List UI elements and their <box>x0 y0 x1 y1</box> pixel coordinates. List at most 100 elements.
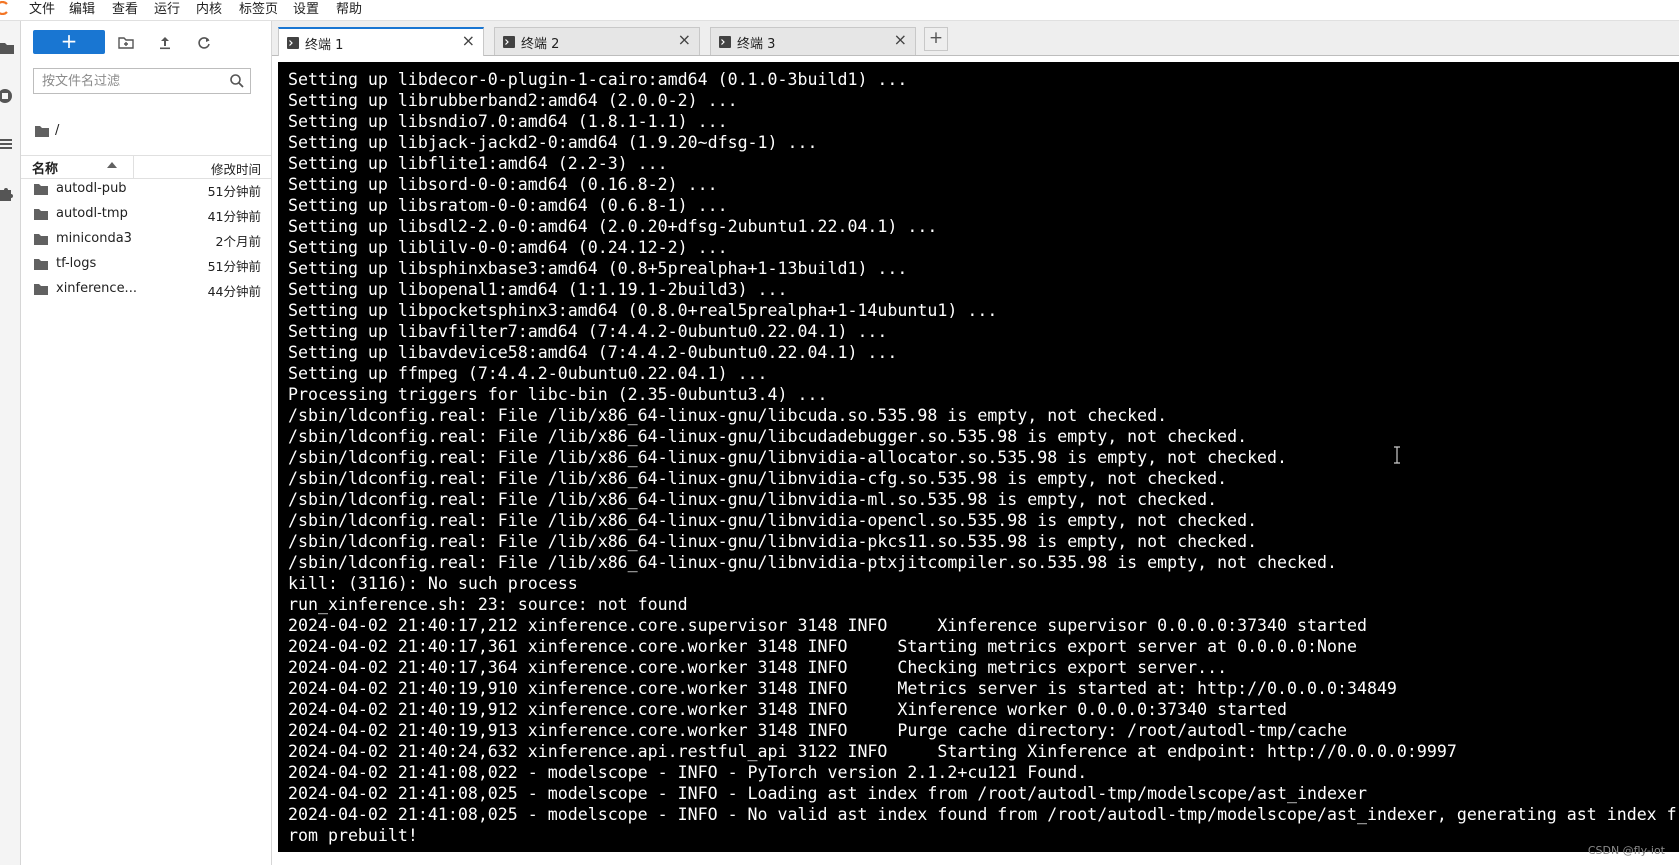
file-name: autodl-pub <box>56 181 127 196</box>
filter-input[interactable] <box>42 72 222 90</box>
column-divider[interactable] <box>133 156 134 178</box>
terminal-line: Setting up libjack-jackd2-0:amd64 (1.9.2… <box>288 133 818 152</box>
terminal-line: 2024-04-02 21:41:08,025 - modelscope - I… <box>288 805 1677 824</box>
watermark: CSDN @fly-iot <box>1587 844 1665 857</box>
list-icon[interactable] <box>0 136 14 152</box>
folder-icon <box>34 234 48 245</box>
terminal-line: 2024-04-02 21:40:19,912 xinference.core.… <box>288 700 1288 719</box>
add-tab-button[interactable]: + <box>924 27 948 51</box>
file-modified: 41分钟前 <box>207 209 261 224</box>
file-row[interactable]: autodl-pub 51分钟前 <box>21 177 271 202</box>
refresh-icon[interactable] <box>196 35 212 51</box>
terminal-line: Setting up libopenal1:amd64 (1:1.19.1-2b… <box>288 280 788 299</box>
terminal-line: run_xinference.sh: 23: source: not found <box>288 595 688 614</box>
file-name: tf-logs <box>56 256 97 271</box>
terminal-line: 2024-04-02 21:40:17,212 xinference.core.… <box>288 616 1367 635</box>
folder-icon <box>34 259 48 270</box>
terminal-line: rom prebuilt! <box>288 826 418 845</box>
terminal-line: Setting up libdecor-0-plugin-1-cairo:amd… <box>288 70 908 89</box>
upload-icon[interactable] <box>157 35 173 51</box>
menu-bar: 文件 编辑 查看 运行 内核 标签页 设置 帮助 <box>0 0 1679 21</box>
file-browser: + / 名称 修改时间 autodl-pub 51分钟前 autodl-tmp … <box>21 21 272 865</box>
filter-box <box>33 68 251 94</box>
terminal-screen[interactable]: Setting up libdecor-0-plugin-1-cairo:amd… <box>278 62 1679 852</box>
menu-kernel[interactable]: 内核 <box>196 2 222 18</box>
terminal-icon <box>503 36 515 48</box>
file-modified: 51分钟前 <box>207 184 261 199</box>
tab-bar: 终端 1 × 终端 2 × 终端 3 × + <box>272 21 1679 56</box>
new-folder-icon[interactable] <box>118 35 134 51</box>
terminal-line: Setting up libsdl2-2.0-0:amd64 (2.0.20+d… <box>288 217 938 236</box>
terminal-line: /sbin/ldconfig.real: File /lib/x86_64-li… <box>288 448 1288 467</box>
menu-edit[interactable]: 编辑 <box>69 2 95 18</box>
terminal-line: Setting up libpocketsphinx3:amd64 (0.8.0… <box>288 301 998 320</box>
breadcrumb-root[interactable]: / <box>55 123 59 138</box>
terminal-line: 2024-04-02 21:41:08,022 - modelscope - I… <box>288 763 1088 782</box>
column-modified-header[interactable]: 修改时间 <box>211 159 261 178</box>
close-icon[interactable]: × <box>462 33 475 49</box>
folder-icon[interactable] <box>0 40 14 56</box>
terminal-line: Setting up libsord-0-0:amd64 (0.16.8-2) … <box>288 175 718 194</box>
terminal-line: /sbin/ldconfig.real: File /lib/x86_64-li… <box>288 469 1228 488</box>
menu-settings[interactable]: 设置 <box>293 2 319 18</box>
menu-help[interactable]: 帮助 <box>336 2 362 18</box>
tab-terminal-3[interactable]: 终端 3 × <box>710 27 916 55</box>
terminal-line: Setting up libsratom-0-0:amd64 (0.6.8-1)… <box>288 196 728 215</box>
column-name-header[interactable]: 名称 <box>32 158 58 177</box>
folder-icon <box>34 184 48 195</box>
terminal-line: Setting up ffmpeg (7:4.4.2-0ubuntu0.22.0… <box>288 364 768 383</box>
terminal-line: 2024-04-02 21:40:19,913 xinference.core.… <box>288 721 1347 740</box>
terminal-line: /sbin/ldconfig.real: File /lib/x86_64-li… <box>288 427 1248 446</box>
stop-circle-icon[interactable] <box>0 88 14 104</box>
folder-icon[interactable] <box>35 125 49 137</box>
file-name: xinference... <box>56 281 137 296</box>
file-row[interactable]: xinference... 44分钟前 <box>21 277 271 302</box>
close-icon[interactable]: × <box>894 32 907 48</box>
tab-label: 终端 2 <box>521 37 560 52</box>
search-icon[interactable] <box>229 73 245 89</box>
folder-icon <box>34 209 48 220</box>
new-launcher-button[interactable]: + <box>33 30 105 54</box>
terminal-line: kill: (3116): No such process <box>288 574 578 593</box>
menu-tabs[interactable]: 标签页 <box>239 2 278 18</box>
terminal-line: Setting up libsphinxbase3:amd64 (0.8+5pr… <box>288 259 908 278</box>
terminal-line: 2024-04-02 21:41:08,025 - modelscope - I… <box>288 784 1367 803</box>
file-row[interactable]: autodl-tmp 41分钟前 <box>21 202 271 227</box>
text-cursor-icon <box>1394 446 1400 464</box>
file-row[interactable]: tf-logs 51分钟前 <box>21 252 271 277</box>
menu-file[interactable]: 文件 <box>29 2 55 18</box>
terminal-line: /sbin/ldconfig.real: File /lib/x86_64-li… <box>288 490 1218 509</box>
file-modified: 51分钟前 <box>207 259 261 274</box>
close-icon[interactable]: × <box>678 32 691 48</box>
file-row[interactable]: miniconda3 2个月前 <box>21 227 271 252</box>
terminal-line: 2024-04-02 21:40:17,364 xinference.core.… <box>288 658 1228 677</box>
file-list-header: 名称 修改时间 <box>21 155 271 179</box>
terminal-line: Setting up liblilv-0-0:amd64 (0.24.12-2)… <box>288 238 728 257</box>
terminal-icon <box>719 36 731 48</box>
terminal-line: Setting up libavdevice58:amd64 (7:4.4.2-… <box>288 343 898 362</box>
tab-terminal-2[interactable]: 终端 2 × <box>494 27 700 55</box>
menu-run[interactable]: 运行 <box>154 2 180 18</box>
extension-icon[interactable] <box>0 186 14 202</box>
menu-view[interactable]: 查看 <box>112 2 138 18</box>
terminal-line: /sbin/ldconfig.real: File /lib/x86_64-li… <box>288 532 1258 551</box>
terminal-output: Setting up libdecor-0-plugin-1-cairo:amd… <box>288 69 1677 846</box>
terminal-line: Setting up libflite1:amd64 (2.2-3) ... <box>288 154 668 173</box>
file-modified: 44分钟前 <box>207 284 261 299</box>
terminal-icon <box>287 37 299 49</box>
left-rail <box>0 21 21 865</box>
terminal-panel: Setting up libdecor-0-plugin-1-cairo:amd… <box>272 56 1679 865</box>
terminal-line: Setting up libsndio7.0:amd64 (1.8.1-1.1)… <box>288 112 728 131</box>
file-modified: 2个月前 <box>215 234 261 249</box>
terminal-line: 2024-04-02 21:40:17,361 xinference.core.… <box>288 637 1357 656</box>
sort-up-icon[interactable] <box>107 161 117 169</box>
tab-label: 终端 1 <box>305 38 344 53</box>
terminal-line: 2024-04-02 21:40:24,632 xinference.api.r… <box>288 742 1457 761</box>
file-name: autodl-tmp <box>56 206 128 221</box>
tab-terminal-1[interactable]: 终端 1 × <box>278 27 484 56</box>
terminal-line: 2024-04-02 21:40:19,910 xinference.core.… <box>288 679 1397 698</box>
terminal-line: Processing triggers for libc-bin (2.35-0… <box>288 385 828 404</box>
file-name: miniconda3 <box>56 231 132 246</box>
folder-icon <box>34 284 48 295</box>
tab-label: 终端 3 <box>737 37 776 52</box>
